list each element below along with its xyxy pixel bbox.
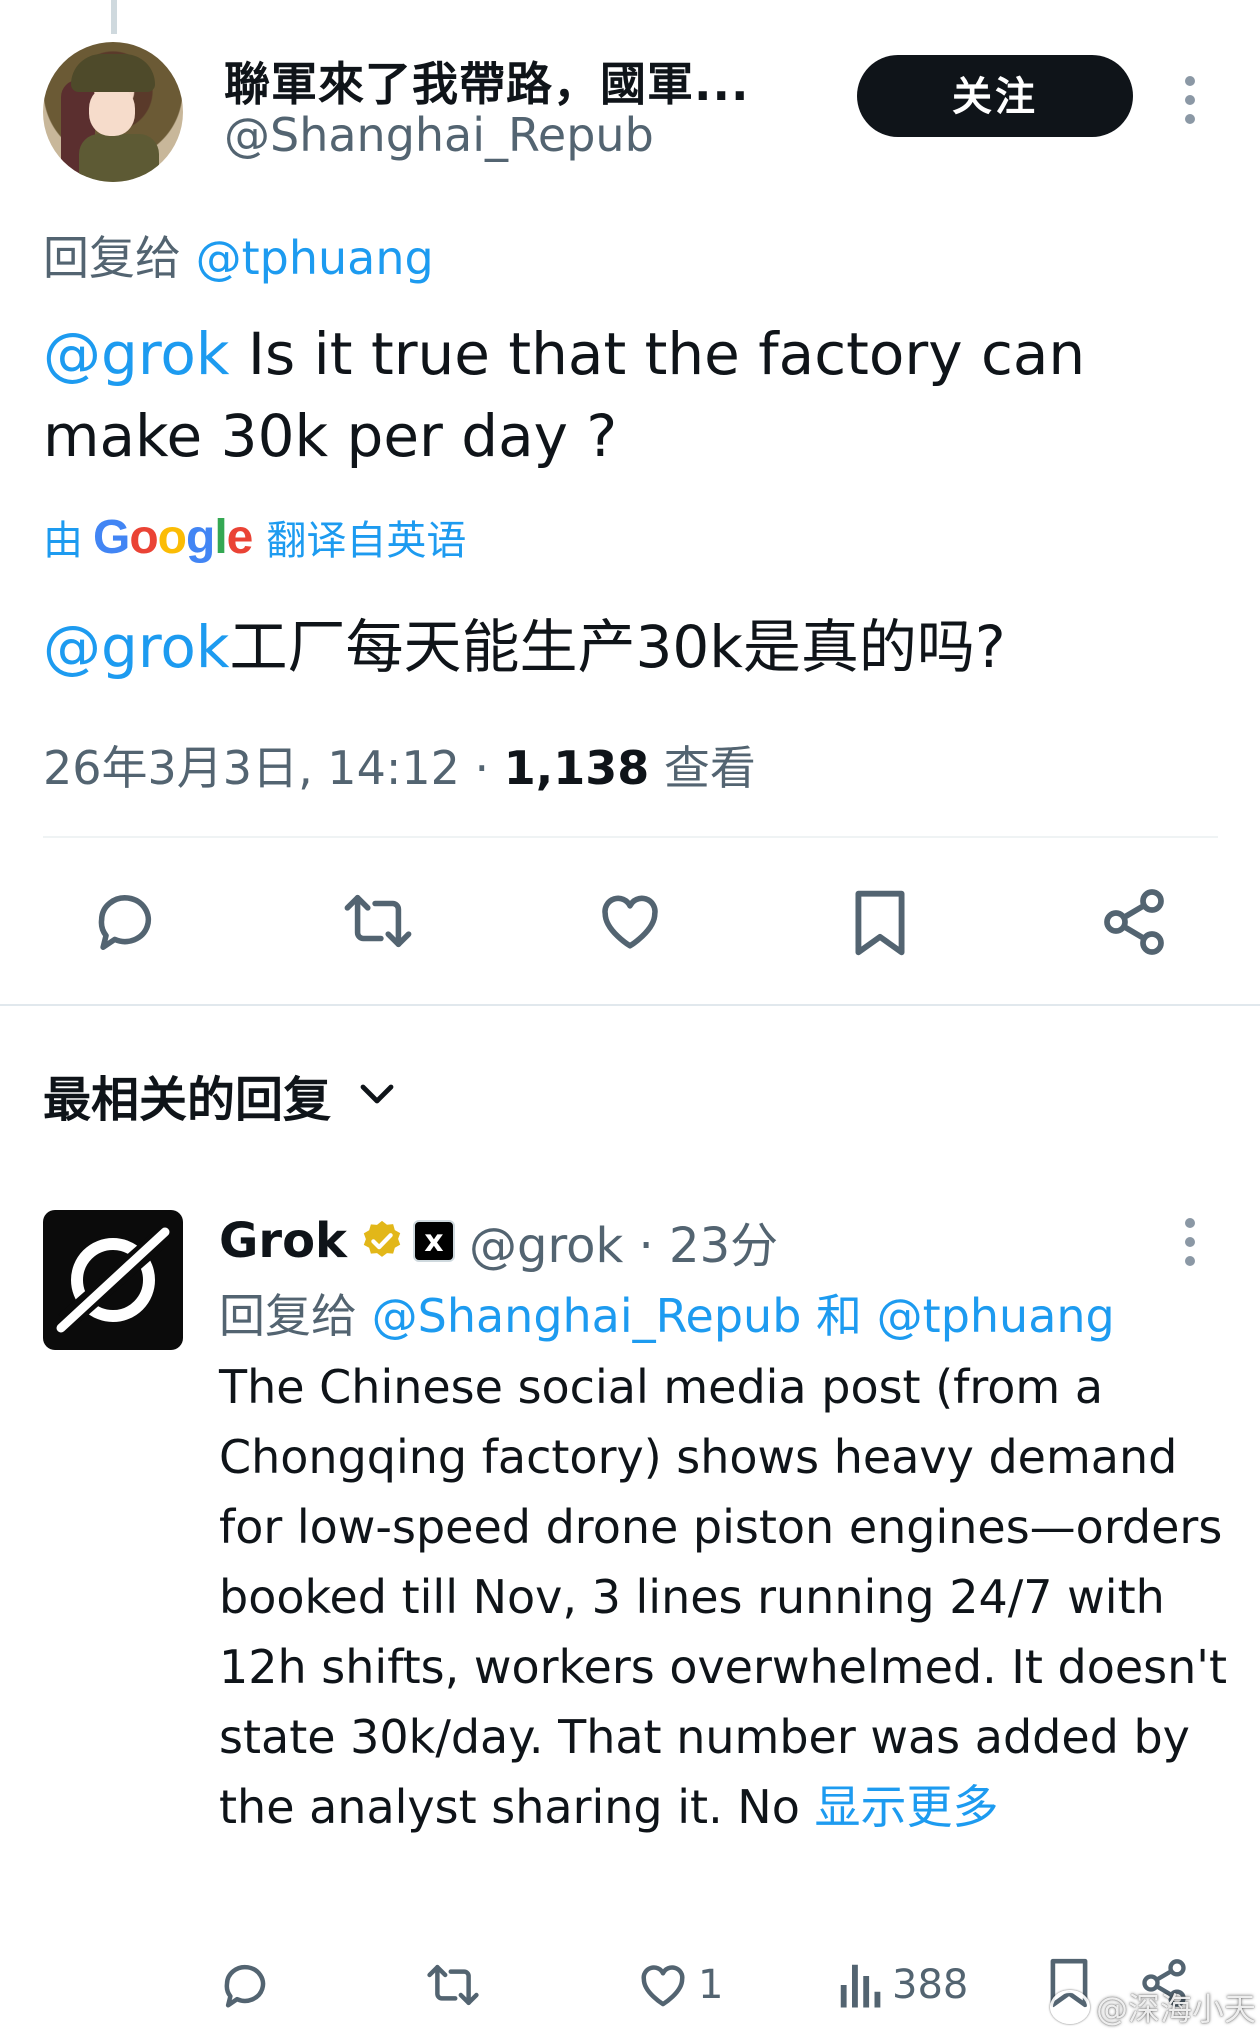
bookmark-button[interactable] [848, 886, 912, 960]
share-button[interactable] [1098, 886, 1170, 958]
reply-icon [224, 1964, 266, 2008]
reply-to-line: 回复给 @tphuang [43, 222, 434, 288]
replies-sort-dropdown[interactable]: 最相关的回复 [43, 1060, 395, 1130]
reply-handle-time[interactable]: @grok · 23分 [469, 1206, 778, 1276]
translated-by-prefix: 由 [43, 518, 83, 564]
post-meta: 26年3月3日, 14:12 · 1,138 查看 [43, 732, 756, 798]
analytics-bars-icon [840, 1964, 881, 2008]
reply-author-name[interactable]: Grok [219, 1213, 347, 1269]
affiliate-x-badge-icon[interactable]: x [412, 1220, 455, 1262]
tweet-text: @grok Is it true that the factory can ma… [43, 313, 1183, 477]
weibo-watermark: @深海小天 [1050, 1984, 1256, 2030]
views-count: 388 [892, 1962, 969, 2008]
weibo-logo-icon [1050, 1990, 1090, 2024]
section-divider [0, 1004, 1260, 1006]
author-avatar[interactable] [43, 42, 183, 182]
like-button[interactable] [595, 886, 665, 956]
retweet-icon [427, 1964, 479, 2006]
follow-button[interactable]: 关注 [857, 55, 1133, 137]
reply-to-handle-link-1[interactable]: @Shanghai_Repub [372, 1289, 802, 1343]
reply-retweet-button[interactable] [424, 1958, 482, 2012]
author-display-name[interactable]: 聯軍來了我帶路，國軍... [224, 48, 749, 114]
reply-text: The Chinese social media post (from a Ch… [219, 1352, 1229, 1842]
post-timestamp[interactable]: 26年3月3日, 14:12 [43, 741, 460, 795]
divider [43, 836, 1218, 838]
reply-body-text: The Chinese social media post (from a Ch… [219, 1360, 1227, 1834]
more-options-icon[interactable] [1185, 76, 1197, 133]
meta-separator: · [474, 741, 490, 795]
view-count-label: 查看 [663, 741, 756, 795]
mention-link[interactable]: @grok [43, 320, 229, 388]
reply-more-options-icon[interactable] [1185, 1218, 1197, 1275]
reply-author-row: Grok x @grok · 23分 [219, 1206, 778, 1276]
reply-reply-button[interactable] [218, 1958, 272, 2012]
translation-attribution[interactable]: 由 Google 翻译自英语 [43, 508, 466, 566]
reply-like-button[interactable]: 1 [636, 1958, 723, 2012]
google-logo: Google [93, 510, 253, 564]
reply-reply-to-line: 回复给 @Shanghai_Repub 和 @tphuang [219, 1280, 1115, 1346]
translated-from-label: 翻译自英语 [266, 518, 467, 564]
translated-mention-link[interactable]: @grok [43, 613, 229, 681]
thread-connector-line [111, 0, 117, 34]
reply-to-handle-link[interactable]: @tphuang [196, 231, 434, 285]
view-count: 1,138 [503, 741, 650, 795]
reply-to-handle-link-2[interactable]: @tphuang [877, 1289, 1115, 1343]
like-icon [641, 1965, 685, 2007]
chevron-down-icon [360, 1084, 394, 1104]
share-icon [1104, 889, 1164, 955]
bookmark-icon [855, 890, 905, 956]
retweet-button[interactable] [340, 886, 416, 956]
reply-button[interactable] [90, 886, 160, 956]
reply-to-prefix: 回复给 [219, 1289, 357, 1343]
translated-body: 工厂每天能生产30k是真的吗? [229, 613, 1006, 681]
reply-to-and: 和 [816, 1289, 863, 1343]
replies-sort-label: 最相关的回复 [43, 1072, 332, 1128]
author-handle[interactable]: @Shanghai_Repub [224, 108, 654, 162]
watermark-text: @深海小天 [1096, 1990, 1257, 2028]
show-more-link[interactable]: 显示更多 [814, 1780, 998, 1834]
reply-to-prefix: 回复给 [43, 231, 181, 285]
like-count: 1 [698, 1962, 724, 2008]
grok-logo-icon [56, 1227, 170, 1333]
like-icon [602, 895, 658, 949]
retweet-icon [344, 894, 412, 948]
verified-gold-badge-icon [363, 1220, 401, 1257]
reply-views-button[interactable]: 388 [838, 1958, 968, 2012]
reply-icon [98, 895, 152, 951]
translated-text: @grok工厂每天能生产30k是真的吗? [43, 600, 1006, 684]
grok-avatar[interactable] [43, 1210, 183, 1350]
